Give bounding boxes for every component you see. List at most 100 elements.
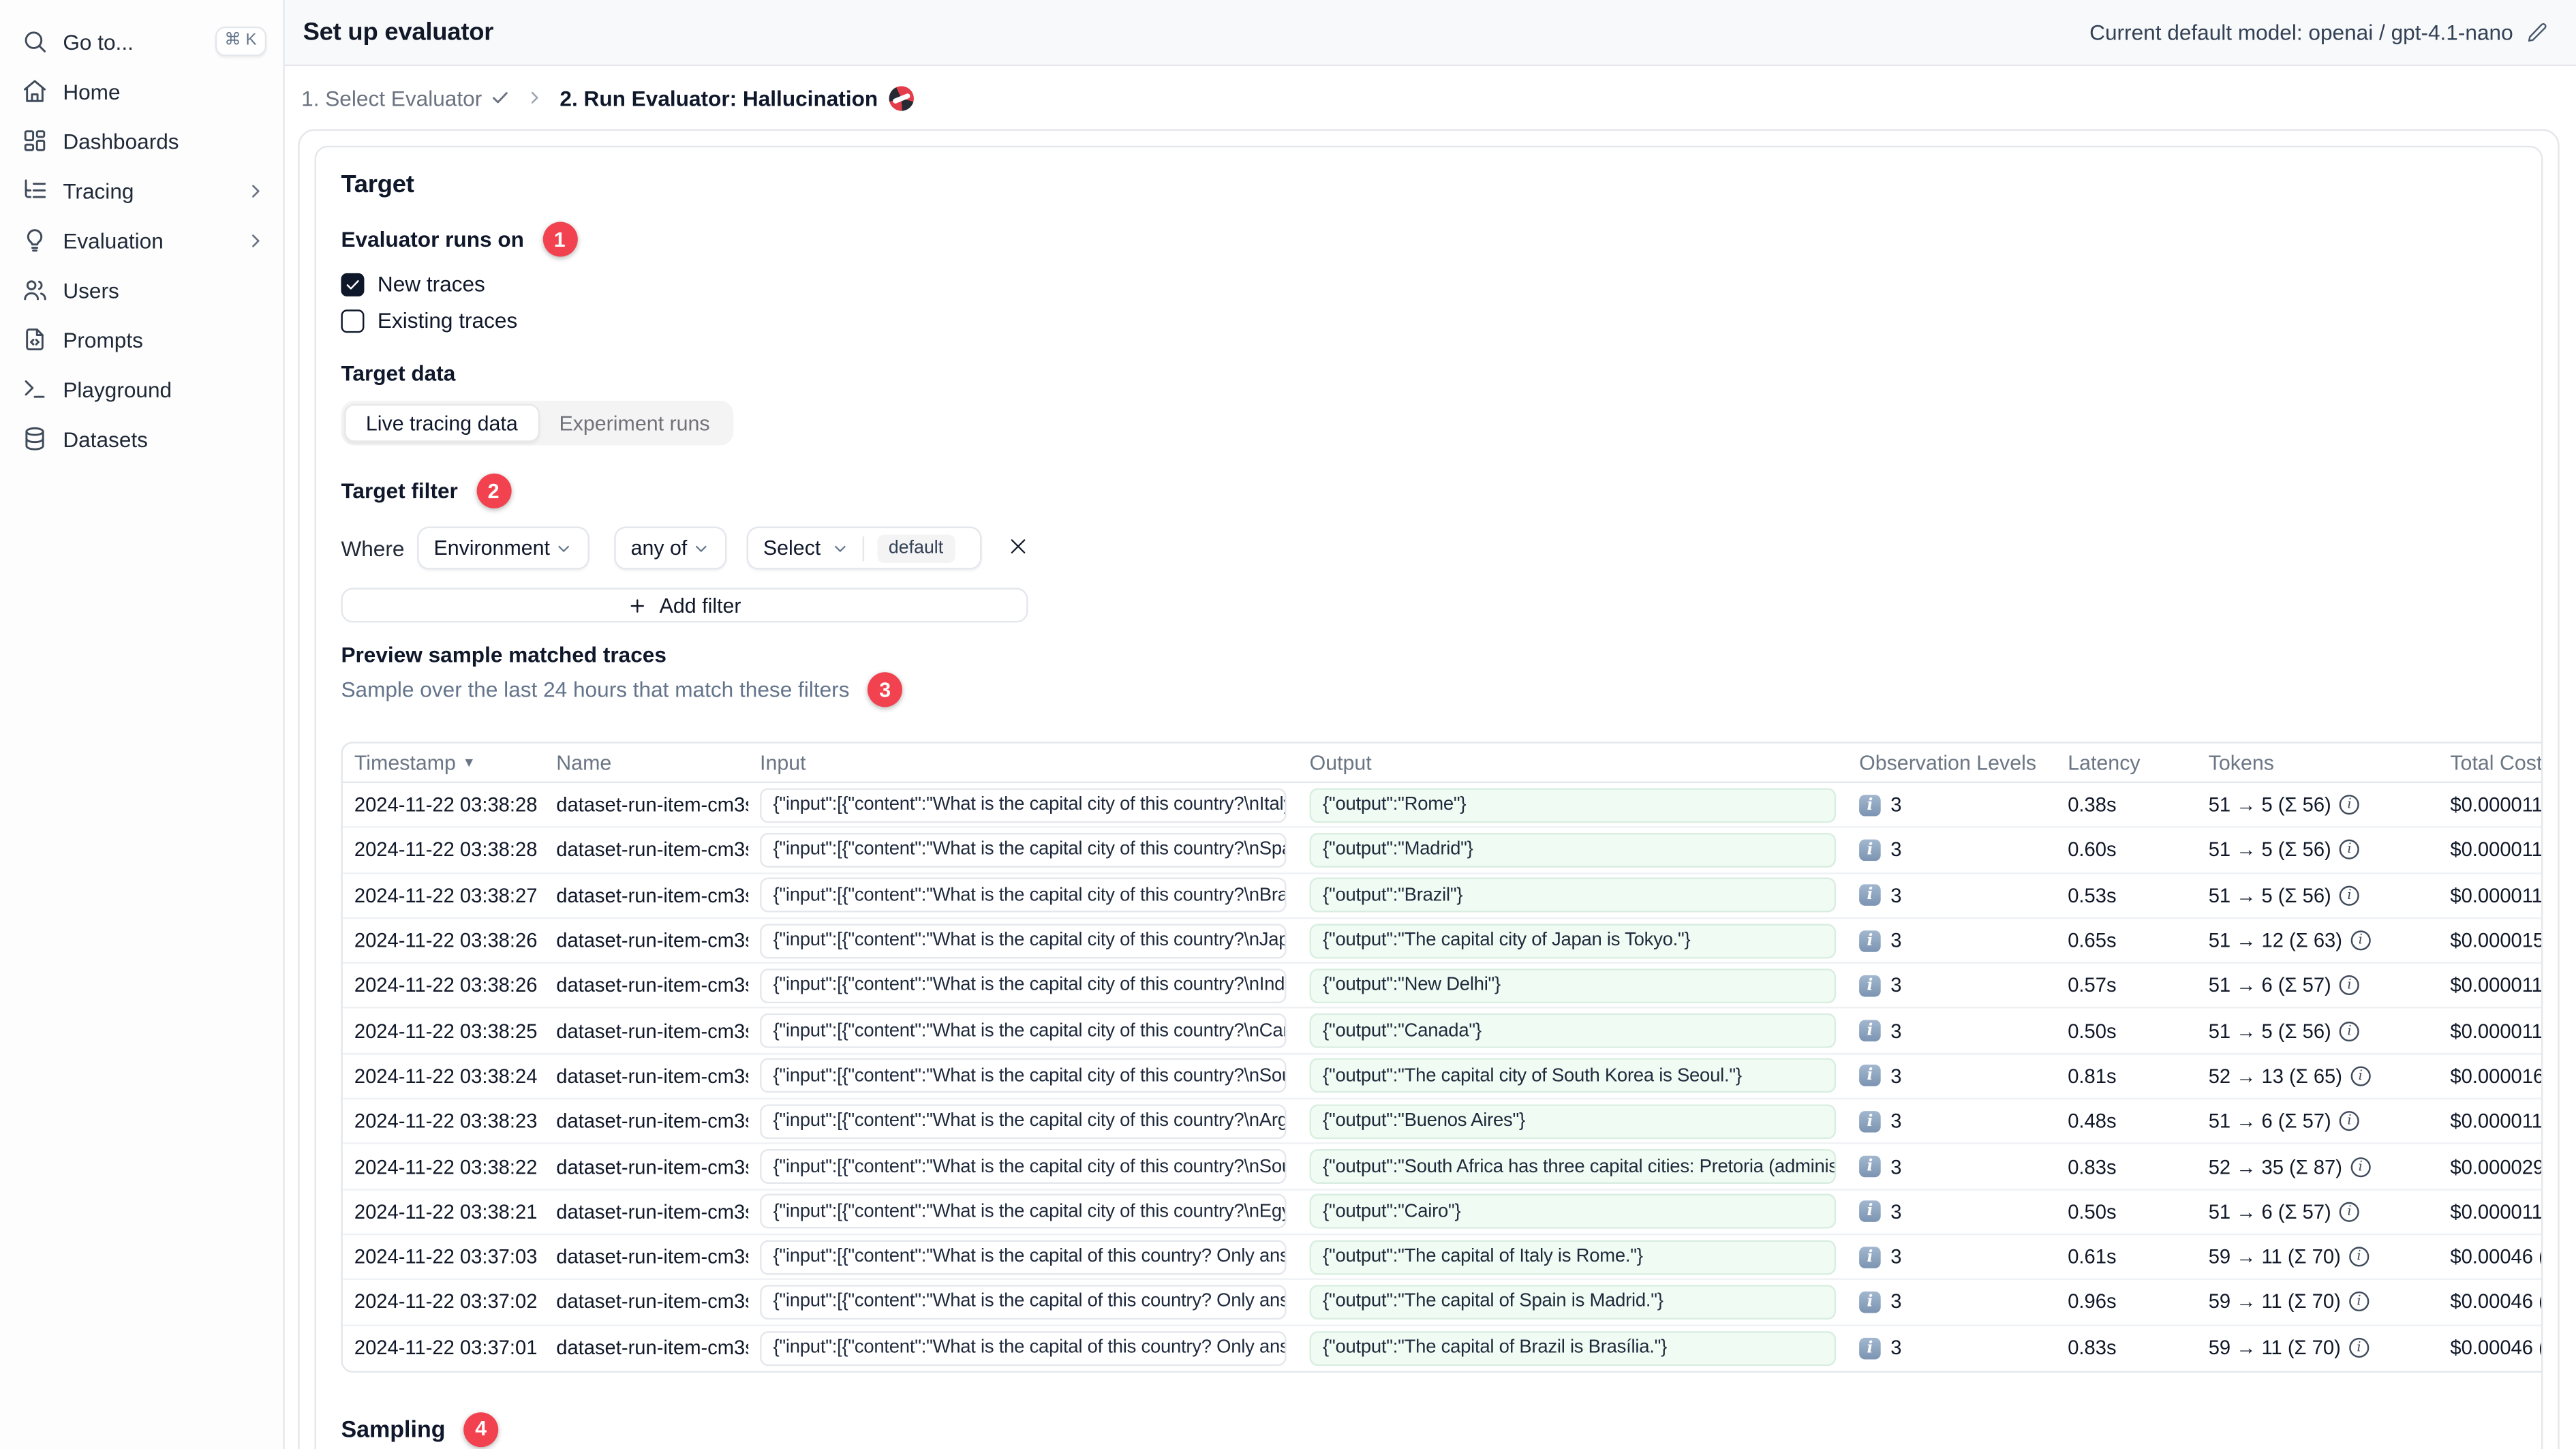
column-header-tokens[interactable]: Tokens: [2197, 751, 2439, 774]
table-row[interactable]: 2024-11-22 03:38:24 dataset-run-item-cm3…: [342, 1054, 2541, 1100]
info-circle-icon[interactable]: i: [2350, 1156, 2371, 1177]
breadcrumb-step-2: 2. Run Evaluator: Hallucination: [559, 85, 915, 110]
cell-input[interactable]: {"input":[{"content":"What is the capita…: [760, 1148, 1287, 1184]
info-emoji-icon: i: [1859, 1065, 1881, 1087]
cell-input[interactable]: {"input":[{"content":"What is the capita…: [760, 878, 1287, 913]
cell-input[interactable]: {"input":[{"content":"What is the capita…: [760, 1239, 1287, 1275]
cell-output[interactable]: {"output":"South Africa has three capita…: [1309, 1148, 1837, 1184]
info-emoji-icon: i: [1859, 1201, 1881, 1223]
cell-output[interactable]: {"output":"The capital of Brazil is Bras…: [1309, 1330, 1837, 1366]
checkbox-new-traces[interactable]: New traces: [341, 271, 2541, 296]
sidebar-item-playground[interactable]: Playground: [0, 364, 283, 414]
table-row[interactable]: 2024-11-22 03:38:21 dataset-run-item-cm3…: [342, 1190, 2541, 1236]
table-row[interactable]: 2024-11-22 03:38:28 dataset-run-item-cm3…: [342, 783, 2541, 829]
filter-value-chip-default: default: [876, 534, 955, 562]
column-header-input[interactable]: Input: [748, 751, 1298, 774]
filter-operator-select[interactable]: any of: [614, 526, 727, 570]
cell-timestamp: 2024-11-22 03:38:22: [354, 1155, 538, 1178]
cell-output[interactable]: {"output":"Buenos Aires"}: [1309, 1103, 1837, 1139]
sidebar-item-dashboards[interactable]: Dashboards: [0, 116, 283, 166]
cell-latency: 0.60s: [2068, 838, 2117, 862]
cell-input[interactable]: {"input":[{"content":"What is the capita…: [760, 1103, 1287, 1139]
annotation-badge-1: 1: [542, 222, 577, 257]
table-row[interactable]: 2024-11-22 03:37:02 dataset-run-item-cm3…: [342, 1281, 2541, 1326]
table-row[interactable]: 2024-11-22 03:38:27 dataset-run-item-cm3…: [342, 874, 2541, 919]
filter-value-select[interactable]: Select default: [746, 526, 982, 570]
cell-output[interactable]: {"output":"New Delhi"}: [1309, 968, 1837, 1003]
cell-observation-levels: i 3: [1847, 838, 2056, 861]
column-header-total-cost[interactable]: Total Cost: [2438, 751, 2541, 774]
column-header-timestamp[interactable]: Timestamp ▼: [343, 751, 545, 774]
tracing-icon: [22, 177, 48, 204]
cell-input[interactable]: {"input":[{"content":"What is the capita…: [760, 1330, 1287, 1366]
cell-output[interactable]: {"output":"The capital of Italy is Rome.…: [1309, 1239, 1837, 1275]
cell-output[interactable]: {"output":"Canada"}: [1309, 1013, 1837, 1049]
cell-latency: 0.50s: [2068, 1200, 2117, 1223]
info-circle-icon[interactable]: i: [2339, 885, 2360, 906]
info-circle-icon[interactable]: i: [2350, 930, 2371, 951]
info-circle-icon[interactable]: i: [2339, 795, 2360, 815]
info-circle-icon[interactable]: i: [2348, 1247, 2370, 1267]
cell-input[interactable]: {"input":[{"content":"What is the capita…: [760, 1284, 1287, 1320]
cell-output[interactable]: {"output":"Brazil"}: [1309, 878, 1837, 913]
sidebar-item-evaluation[interactable]: Evaluation: [0, 215, 283, 265]
table-row[interactable]: 2024-11-22 03:38:26 dataset-run-item-cm3…: [342, 919, 2541, 964]
info-circle-icon[interactable]: i: [2348, 1292, 2370, 1313]
info-circle-icon[interactable]: i: [2348, 1338, 2370, 1358]
chevron-right-icon: [245, 229, 267, 251]
info-circle-icon[interactable]: i: [2339, 1202, 2360, 1222]
checkbox-existing-traces[interactable]: Existing traces: [341, 308, 2541, 333]
checkbox-checked-icon[interactable]: [341, 272, 365, 296]
cell-output[interactable]: {"output":"Madrid"}: [1309, 832, 1837, 868]
cell-name: dataset-run-item-cm3s4: [556, 1019, 749, 1043]
filter-column-value: Environment: [433, 536, 550, 560]
cell-output[interactable]: {"output":"Cairo"}: [1309, 1194, 1837, 1230]
info-circle-icon[interactable]: i: [2339, 975, 2360, 996]
users-icon: [22, 277, 48, 303]
goto-search-button[interactable]: Go to... ⌘ K: [0, 16, 283, 66]
sidebar-item-users[interactable]: Users: [0, 265, 283, 315]
remove-filter-x-icon[interactable]: [1007, 535, 1033, 562]
info-circle-icon[interactable]: i: [2339, 1111, 2360, 1131]
cell-input[interactable]: {"input":[{"content":"What is the capita…: [760, 968, 1287, 1003]
info-circle-icon[interactable]: i: [2339, 1020, 2360, 1041]
table-row[interactable]: 2024-11-22 03:37:01 dataset-run-item-cm3…: [343, 1326, 2541, 1371]
cell-input[interactable]: {"input":[{"content":"What is the capita…: [760, 923, 1287, 958]
tab-experiment-runs[interactable]: Experiment runs: [539, 404, 729, 442]
table-row[interactable]: 2024-11-22 03:38:26 dataset-run-item-cm3…: [342, 964, 2541, 1009]
breadcrumb-step-1[interactable]: 1. Select Evaluator: [301, 85, 510, 110]
cell-tokens: 59 → 11 (Σ 70) i: [2197, 1290, 2439, 1313]
divider: [862, 535, 864, 561]
column-header-latency[interactable]: Latency: [2056, 751, 2196, 774]
sidebar-item-datasets[interactable]: Datasets: [0, 414, 283, 463]
cell-output[interactable]: {"output":"The capital city of Japan is …: [1309, 923, 1837, 958]
table-row[interactable]: 2024-11-22 03:38:23 dataset-run-item-cm3…: [342, 1099, 2541, 1145]
cell-output[interactable]: {"output":"Rome"}: [1309, 787, 1837, 823]
filter-column-select[interactable]: Environment: [417, 526, 589, 570]
edit-model-pencil-icon[interactable]: [2526, 22, 2548, 44]
info-circle-icon[interactable]: i: [2339, 840, 2360, 860]
cell-input[interactable]: {"input":[{"content":"What is the capita…: [760, 1058, 1287, 1094]
table-row[interactable]: 2024-11-22 03:37:03 dataset-run-item-cm3…: [342, 1235, 2543, 1281]
table-row[interactable]: 2024-11-22 03:38:28 dataset-run-item-cm3…: [342, 828, 2541, 874]
add-filter-button[interactable]: Add filter: [341, 588, 1028, 623]
cell-input[interactable]: {"input":[{"content":"What is the capita…: [760, 1013, 1287, 1049]
cell-output[interactable]: {"output":"The capital city of South Kor…: [1309, 1058, 1837, 1094]
table-row[interactable]: 2024-11-22 03:38:22 dataset-run-item-cm3…: [342, 1145, 2541, 1190]
sidebar-item-home[interactable]: Home: [0, 66, 283, 116]
cell-output[interactable]: {"output":"The capital of Spain is Madri…: [1309, 1284, 1837, 1320]
tab-live-tracing-data[interactable]: Live tracing data: [344, 403, 540, 442]
cell-input[interactable]: {"input":[{"content":"What is the capita…: [760, 787, 1287, 823]
info-circle-icon[interactable]: i: [2350, 1066, 2371, 1086]
sidebar-item-tracing[interactable]: Tracing: [0, 166, 283, 215]
sidebar-item-prompts[interactable]: Prompts: [0, 315, 283, 365]
checkbox-unchecked-icon[interactable]: [341, 309, 365, 333]
cell-input[interactable]: {"input":[{"content":"What is the capita…: [760, 832, 1287, 868]
column-header-name[interactable]: Name: [545, 751, 748, 774]
cell-tokens: 51 → 12 (Σ 63) i: [2197, 929, 2439, 952]
table-row[interactable]: 2024-11-22 03:38:25 dataset-run-item-cm3…: [342, 1009, 2541, 1054]
column-header-observation-levels[interactable]: Observation Levels: [1847, 751, 2056, 774]
column-header-output[interactable]: Output: [1298, 751, 1848, 774]
cell-total-cost: $0.00046 (: [2450, 1245, 2543, 1269]
cell-input[interactable]: {"input":[{"content":"What is the capita…: [760, 1194, 1287, 1230]
